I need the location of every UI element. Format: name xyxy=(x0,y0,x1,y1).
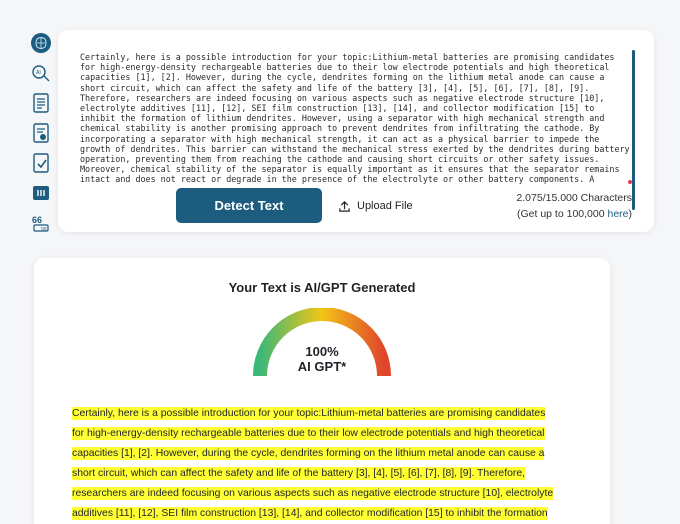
highlighted-result-text: Certainly, here is a possible introducti… xyxy=(72,404,572,524)
upgrade-suffix: ) xyxy=(628,208,633,220)
result-line: additives [11], [12], SEI film construct… xyxy=(72,504,572,524)
upload-icon xyxy=(338,200,351,213)
result-line: for high-energy-density rechargeable bat… xyxy=(72,424,572,444)
ai-chat-icon[interactable]: AI xyxy=(30,62,52,84)
upload-file-button[interactable]: Upload File xyxy=(338,196,413,216)
upgrade-note: (Get up to 100,000 here) xyxy=(516,206,632,222)
highlighted-line-6: additives [11], [12], SEI film construct… xyxy=(72,507,548,520)
highlighted-line-5: researchers are indeed focusing on vario… xyxy=(72,487,554,500)
tool-rail: AI 66 99 xyxy=(30,32,56,242)
result-line: researchers are indeed focusing on vario… xyxy=(72,484,572,504)
highlighted-line-2: for high-energy-density rechargeable bat… xyxy=(72,427,545,440)
result-line: short circuit, which can affect the safe… xyxy=(72,464,572,484)
svg-text:99: 99 xyxy=(41,227,47,233)
document-check-icon[interactable] xyxy=(30,152,52,174)
text-input-area[interactable]: Certainly, here is a possible introducti… xyxy=(80,52,630,184)
upgrade-link[interactable]: here xyxy=(607,208,628,220)
character-count: 2.075/15.000 Characters xyxy=(516,192,632,204)
highlighted-line-4: short circuit, which can affect the safe… xyxy=(72,467,525,480)
scrollbar[interactable] xyxy=(632,50,635,210)
highlighted-line-1: Certainly, here is a possible introducti… xyxy=(72,407,546,420)
upload-file-label: Upload File xyxy=(357,200,413,212)
svg-text:66: 66 xyxy=(32,215,42,225)
svg-text:AI: AI xyxy=(36,70,41,76)
spellcheck-indicator xyxy=(628,180,632,184)
result-title: Your Text is AI/GPT Generated xyxy=(228,280,416,295)
result-line: Certainly, here is a possible introducti… xyxy=(72,404,572,424)
gauge-label: 100% AI GPT* xyxy=(252,344,392,374)
text-input-card: Certainly, here is a possible introducti… xyxy=(58,30,654,232)
compare-icon[interactable] xyxy=(30,182,52,204)
highlighted-line-3: capacities [1], [2]. However, during the… xyxy=(72,447,545,460)
ai-percentage: 100% xyxy=(305,344,339,359)
document-list-icon[interactable] xyxy=(30,92,52,114)
quote-icon[interactable]: 66 99 xyxy=(30,212,52,234)
detect-text-button[interactable]: Detect Text xyxy=(176,188,322,223)
upgrade-prefix: (Get up to 100,000 xyxy=(517,208,608,220)
ai-verdict: AI GPT* xyxy=(297,359,347,374)
result-card: Your Text is AI/GPT Generated 100% AI GP… xyxy=(34,258,610,524)
document-ai-icon[interactable] xyxy=(30,122,52,144)
character-counter: 2.075/15.000 Characters (Get up to 100,0… xyxy=(516,190,632,222)
result-line: capacities [1], [2]. However, during the… xyxy=(72,444,572,464)
brain-logo-icon[interactable] xyxy=(30,32,52,54)
